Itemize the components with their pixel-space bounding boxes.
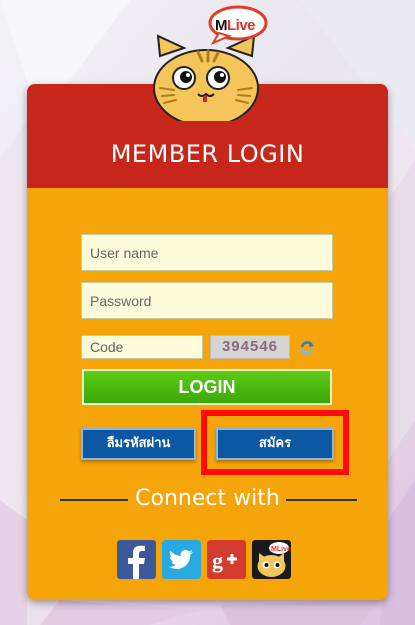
connect-with-label: Connect with [135, 486, 280, 511]
forgot-password-button[interactable]: ลืมรหัสผ่าน [81, 428, 196, 460]
login-button[interactable]: LOGIN [82, 369, 332, 405]
divider-right [286, 499, 357, 501]
mlive-app-icon[interactable]: MLive [252, 540, 291, 579]
svg-text:g: g [212, 548, 223, 573]
google-plus-icon[interactable]: g [207, 540, 246, 579]
facebook-icon[interactable] [117, 540, 156, 579]
captcha-image: 394546 [210, 335, 290, 359]
register-highlight-box [201, 410, 349, 475]
brand-suffix: Live [227, 17, 256, 34]
brand-logo: MLive [215, 17, 256, 34]
svg-text:MLive: MLive [271, 546, 291, 553]
captcha-code-input[interactable] [81, 335, 203, 359]
twitter-icon[interactable] [162, 540, 201, 579]
username-input[interactable] [81, 234, 333, 271]
password-input[interactable] [81, 282, 333, 319]
brand-prefix: M [215, 17, 228, 34]
divider-left [60, 499, 128, 501]
refresh-captcha-icon[interactable] [298, 339, 316, 357]
page-title: MEMBER LOGIN [110, 140, 305, 168]
